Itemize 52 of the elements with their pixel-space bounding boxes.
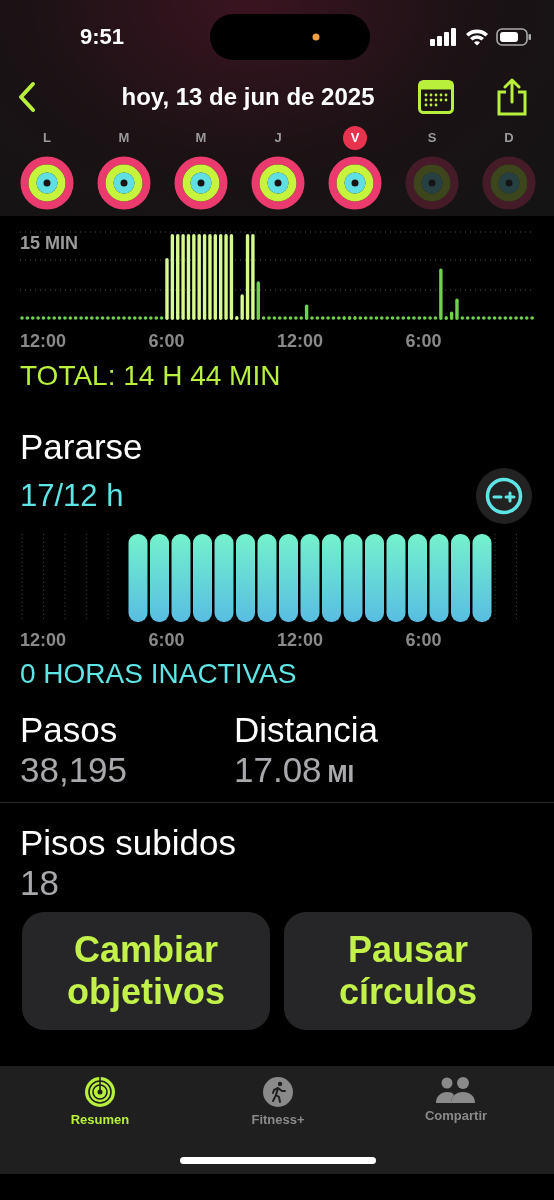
activity-rings-icon[interactable] — [174, 156, 228, 210]
exercise-bar — [304, 304, 309, 320]
weekday-label[interactable]: J — [266, 126, 290, 150]
stat-value: 18 — [20, 863, 60, 903]
stat-label: Pasos — [20, 710, 119, 750]
axis-label: 12:00 — [277, 330, 324, 351]
status-time: 9:51 — [80, 24, 126, 50]
stand-hours: 17/12 h — [20, 478, 124, 514]
activity-rings-icon[interactable] — [97, 156, 151, 210]
stat-value: 17.08 — [234, 750, 322, 789]
exercise-total: TOTAL: 14 H 44 MIN — [20, 360, 282, 392]
date-title: hoy, 13 de jun de 2025 — [120, 83, 376, 111]
camera-dot-icon — [312, 33, 320, 41]
axis-label: 6:00 — [405, 330, 442, 351]
back-chevron-icon[interactable] — [16, 81, 38, 113]
axis-label: 6:00 — [148, 629, 185, 650]
stat-label: Distancia — [234, 710, 379, 750]
section-title: Pararse — [20, 426, 144, 468]
minus-plus-ring-icon — [484, 476, 524, 516]
battery-icon — [496, 28, 532, 46]
action-button[interactable]: Pausar círculos — [284, 912, 532, 1030]
weekday-label[interactable]: D — [497, 126, 521, 150]
adjust-goal-button[interactable] — [476, 468, 532, 524]
tab-button[interactable]: Resumen — [40, 1076, 160, 1127]
tab-button[interactable]: Fitness+ — [218, 1076, 338, 1127]
stat-value: 38,195 — [20, 750, 128, 789]
action-button[interactable]: Cambiar objetivos — [22, 912, 270, 1030]
axis-label: 12:00 — [277, 629, 324, 650]
wifi-icon — [465, 28, 489, 46]
weekday-label[interactable]: M — [189, 126, 213, 150]
weekday-label[interactable]: L — [35, 126, 59, 150]
signal-icon — [430, 28, 458, 46]
tab-button[interactable]: Compartir — [396, 1076, 516, 1127]
weekday-label[interactable]: M — [112, 126, 136, 150]
inactive-hours-summary: 0 HORAS INACTIVAS — [20, 658, 298, 690]
activity-rings-icon[interactable] — [251, 156, 305, 210]
axis-label: 12:00 — [20, 629, 67, 650]
weekday-label[interactable]: V — [343, 126, 367, 150]
stat-unit: MI — [327, 760, 355, 787]
axis-label: 12:00 — [20, 330, 67, 351]
weekday-label[interactable]: S — [420, 126, 444, 150]
axis-label: 6:00 — [405, 629, 442, 650]
people-icon — [435, 1076, 477, 1104]
gridline-label: 15 MIN — [20, 233, 79, 254]
calendar-icon[interactable] — [418, 80, 454, 114]
stat-label: Pisos subidos — [20, 823, 237, 863]
activity-rings-icon[interactable] — [328, 156, 382, 210]
share-icon[interactable] — [496, 78, 528, 116]
runner-icon — [262, 1076, 294, 1108]
activity-rings-icon[interactable] — [20, 156, 74, 210]
axis-label: 6:00 — [148, 330, 185, 351]
rings-icon — [84, 1076, 116, 1108]
